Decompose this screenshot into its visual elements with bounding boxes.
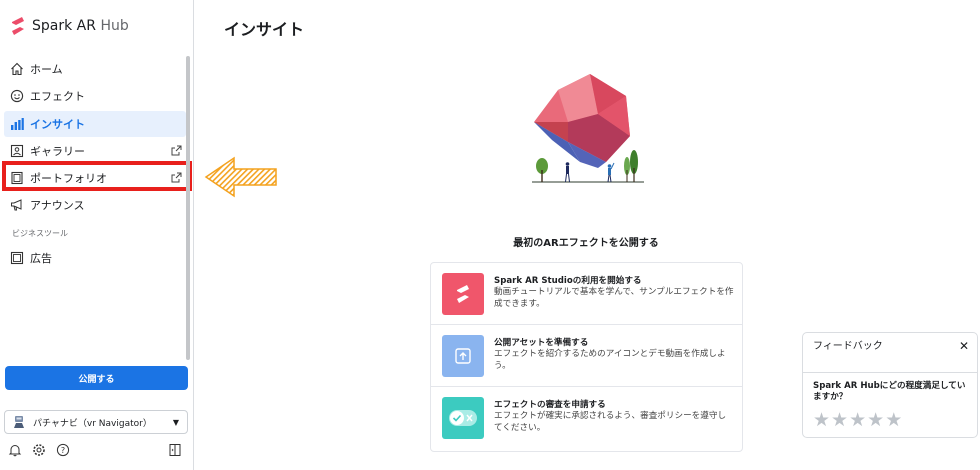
sidebar-footer: ? [8,442,186,458]
sidebar-scrollbar[interactable] [186,56,190,360]
sidebar-item-home[interactable]: ホーム [4,56,186,82]
sidebar-item-label: インサイト [30,117,85,131]
brand-suffix: Hub [100,18,129,34]
step-prepare-assets[interactable]: 公開アセットを準備する エフェクトを紹介するためのアイコンとデモ動画を作成しよう… [431,325,742,387]
star-icon[interactable]: ★ [849,411,866,430]
sidebar: Spark AR Hub ホーム エフェクト インサイト ギャラリー ポートフォ… [0,0,194,470]
help-icon[interactable]: ? [56,443,70,457]
step-description: エフェクトが確実に承認されるよう、審査ポリシーを遵守してください。 [494,411,727,433]
brand-name: Spark AR [32,18,96,34]
hero-heading: 最初のARエフェクトを公開する [513,238,659,249]
spark-logo-icon [442,273,484,315]
sidebar-item-label: ホーム [30,63,63,76]
step-title: 公開アセットを準備する [494,338,589,348]
bell-icon[interactable] [8,443,22,457]
page-title: インサイト [224,20,305,39]
publish-button[interactable]: 公開する [5,366,188,390]
divider [803,372,977,373]
spark-logo-icon [12,17,24,35]
step-submit-review[interactable]: エフェクトの審査を申請する エフェクトが確実に承認されるよう、審査ポリシーを遵守… [431,387,742,449]
sidebar-item-ads[interactable]: 広告 [4,245,186,271]
panel-toggle-icon[interactable] [168,443,182,457]
sidebar-item-label: エフェクト [30,90,85,104]
sidebar-item-gallery[interactable]: ギャラリー [4,138,186,164]
star-icon[interactable]: ★ [813,411,830,430]
megaphone-icon [10,198,24,212]
logo[interactable]: Spark AR Hub [10,16,129,36]
gear-icon[interactable] [32,443,46,457]
sidebar-item-effects[interactable]: エフェクト [4,83,186,109]
pointer-arrow-annotation [204,156,277,198]
step-description: 動画チュートリアルで基本を学んで、サンプルエフェクトを作成できます。 [494,287,734,309]
onboarding-steps-card: Spark AR Studioの利用を開始する 動画チュートリアルで基本を学んで… [430,262,743,452]
step-get-started[interactable]: Spark AR Studioの利用を開始する 動画チュートリアルで基本を学んで… [431,263,742,325]
gallery-icon [10,144,24,158]
toggle-check-icon [442,397,484,439]
star-icon[interactable]: ★ [831,411,848,430]
close-icon[interactable]: ✕ [959,339,969,353]
star-rating[interactable]: ★ ★ ★ ★ ★ [813,411,903,430]
section-label-business-tools: ビジネスツール [12,228,68,238]
feedback-question: Spark AR Hubにどの程度満足していますか？ [813,381,966,402]
chevron-down-icon: ▼ [172,417,179,427]
account-selector[interactable]: パチャナビ（vr Navigator） ▼ [4,410,188,434]
sidebar-item-label: 広告 [30,251,52,265]
home-icon [10,62,24,76]
hero-illustration [532,74,644,183]
sidebar-item-insights[interactable]: インサイト [4,110,186,137]
sidebar-item-label: アナウンス [30,199,85,213]
ad-icon [10,251,24,265]
sidebar-item-label: ギャラリー [30,144,85,158]
avatar [14,416,24,428]
feedback-title: フィードバック [813,341,883,352]
smiley-icon [10,89,24,103]
upload-icon [442,335,484,377]
portfolio-highlight-box [2,161,192,191]
star-icon[interactable]: ★ [885,411,902,430]
star-icon[interactable]: ★ [867,411,884,430]
sidebar-item-announcements[interactable]: アナウンス [4,192,186,218]
step-title: エフェクトの審査を申請する [494,400,606,410]
external-link-icon[interactable] [171,145,182,156]
step-title: Spark AR Studioの利用を開始する [494,276,642,286]
bar-chart-icon [10,117,24,131]
account-name: パチャナビ（vr Navigator） [33,418,152,429]
step-description: エフェクトを紹介するためのアイコンとデモ動画を作成しよう。 [494,349,726,371]
feedback-panel: フィードバック ✕ Spark AR Hubにどの程度満足していますか？ ★ ★… [802,332,978,438]
svg-text:?: ? [61,446,65,455]
